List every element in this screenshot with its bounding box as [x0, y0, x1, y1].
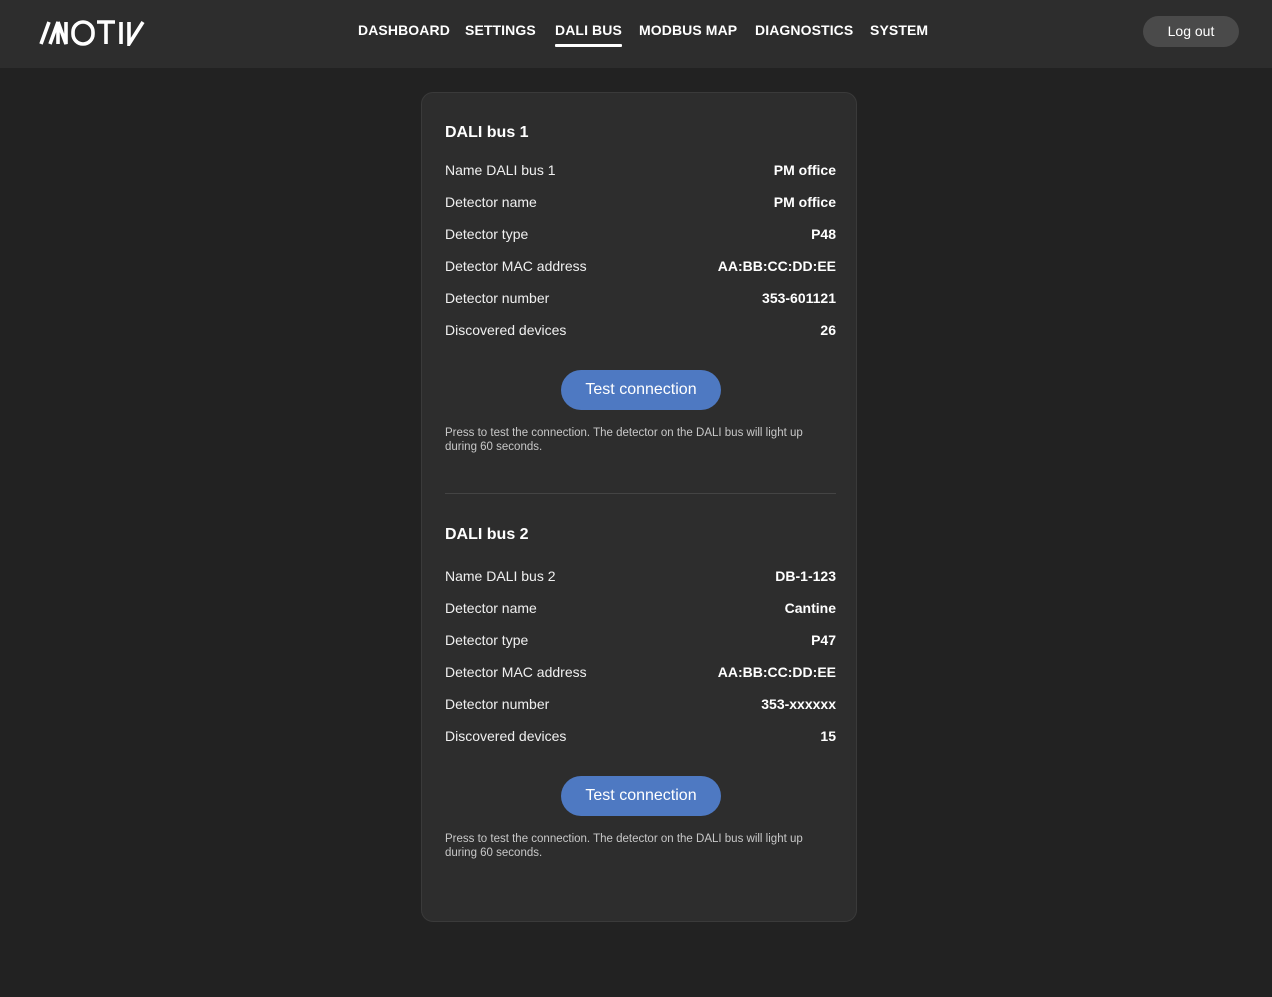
- row-value: PM office: [773, 194, 836, 210]
- info-row-mac-address: Detector MAC address AA:BB:CC:DD:EE: [445, 258, 836, 278]
- info-row-name: Name DALI bus 2 DB-1-123: [445, 568, 836, 588]
- main-nav: DASHBOARD SETTINGS DALI BUS MODBUS MAP D…: [0, 0, 1272, 68]
- row-value: PM office: [773, 162, 836, 178]
- info-row-discovered-devices: Discovered devices 15: [445, 728, 836, 748]
- section-title: DALI bus 2: [445, 526, 529, 543]
- row-value: 353-601121: [762, 290, 836, 306]
- test-connection-button[interactable]: Test connection: [561, 370, 721, 410]
- row-label: Detector type: [445, 632, 529, 648]
- nav-dashboard[interactable]: DASHBOARD: [358, 22, 450, 38]
- row-value: 26: [820, 322, 836, 338]
- hint-line: Press to test the connection. The detect…: [445, 427, 803, 439]
- dali-bus-card: DALI bus 1 Name DALI bus 1 PM office Det…: [421, 92, 857, 922]
- info-row-detector-name: Detector name Cantine: [445, 600, 836, 620]
- info-row-mac-address: Detector MAC address AA:BB:CC:DD:EE: [445, 664, 836, 684]
- test-connection-hint: Press to test the connection. The detect…: [445, 426, 836, 454]
- row-label: Detector type: [445, 226, 529, 242]
- info-row-detector-type: Detector type P48: [445, 226, 836, 246]
- row-label: Detector number: [445, 696, 550, 712]
- info-row-detector-name: Detector name PM office: [445, 194, 836, 214]
- row-label: Name DALI bus 2: [445, 568, 556, 584]
- nav-diagnostics[interactable]: DIAGNOSTICS: [755, 22, 853, 38]
- hint-line: during 60 seconds.: [445, 441, 543, 453]
- row-value: Cantine: [784, 600, 836, 616]
- info-row-detector-type: Detector type P47: [445, 632, 836, 652]
- row-value: P47: [811, 632, 836, 648]
- row-label: Detector name: [445, 600, 537, 616]
- test-connection-button[interactable]: Test connection: [561, 776, 721, 816]
- row-label: Detector name: [445, 194, 537, 210]
- info-row-detector-number: Detector number 353-601121: [445, 290, 836, 310]
- row-value: AA:BB:CC:DD:EE: [717, 258, 836, 274]
- row-label: Name DALI bus 1: [445, 162, 556, 178]
- section-divider: [445, 493, 836, 494]
- section-title: DALI bus 1: [445, 124, 529, 141]
- row-value: P48: [811, 226, 836, 242]
- nav-modbus-map[interactable]: MODBUS MAP: [639, 22, 737, 38]
- row-value: AA:BB:CC:DD:EE: [717, 664, 836, 680]
- hint-line: Press to test the connection. The detect…: [445, 833, 803, 845]
- row-label: Detector MAC address: [445, 664, 587, 680]
- info-row-detector-number: Detector number 353-xxxxxx: [445, 696, 836, 716]
- row-label: Discovered devices: [445, 728, 567, 744]
- logout-button[interactable]: Log out: [1143, 16, 1239, 47]
- test-connection-hint: Press to test the connection. The detect…: [445, 832, 836, 860]
- row-value: 15: [820, 728, 836, 744]
- row-label: Detector MAC address: [445, 258, 587, 274]
- hint-line: during 60 seconds.: [445, 847, 543, 859]
- info-row-discovered-devices: Discovered devices 26: [445, 322, 836, 342]
- top-navigation-bar: DASHBOARD SETTINGS DALI BUS MODBUS MAP D…: [0, 0, 1272, 68]
- nav-system[interactable]: SYSTEM: [870, 22, 928, 38]
- nav-dali-bus[interactable]: DALI BUS: [555, 22, 622, 47]
- info-row-name: Name DALI bus 1 PM office: [445, 162, 836, 182]
- row-label: Detector number: [445, 290, 550, 306]
- row-value: DB-1-123: [775, 568, 836, 584]
- nav-settings[interactable]: SETTINGS: [465, 22, 536, 38]
- row-value: 353-xxxxxx: [761, 696, 836, 712]
- row-label: Discovered devices: [445, 322, 567, 338]
